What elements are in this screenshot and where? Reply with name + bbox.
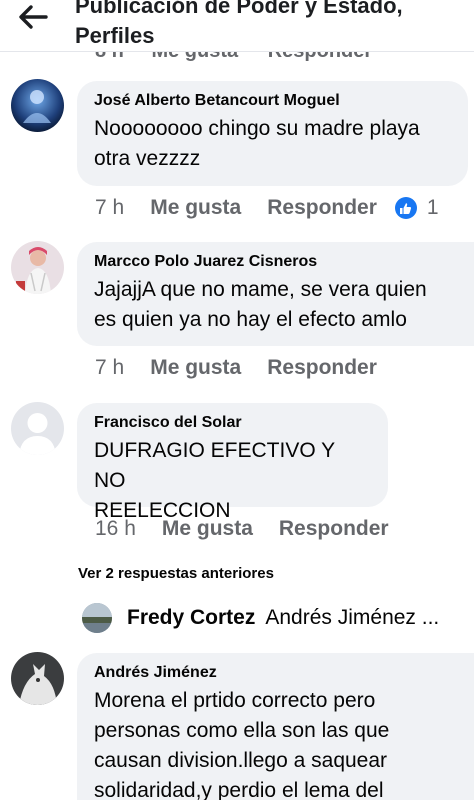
avatar[interactable] [11,652,64,705]
comment-text-line: otra vezzzz [94,147,201,170]
comment-actions: 7 h Me gusta Responder 1 [95,196,439,220]
comment-time[interactable]: 16 h [95,517,136,541]
like-button[interactable]: Me gusta [150,356,241,380]
thumbs-up-icon [394,197,417,219]
reply-button[interactable]: Responder [279,517,389,541]
comment-text: DUFRAGIO EFECTIVO Y NO REELECCION [94,436,372,526]
avatar[interactable] [11,241,64,294]
page-title-line-1: Publicación de Poder y Estado, [75,0,403,18]
comment-time[interactable]: 7 h [95,356,124,380]
avatar[interactable] [11,402,64,455]
reaction-summary[interactable]: 1 [394,196,439,220]
comment-author[interactable]: Andrés Jiménez [94,663,458,683]
avatar[interactable] [82,603,112,633]
comment-text-line: solidaridad,y perdio el lema del [94,779,384,800]
comment-actions: 7 h Me gusta Responder [95,356,403,380]
reply-preview[interactable]: Fredy Cortez Andrés Jiménez ... [82,603,472,633]
reply-author[interactable]: Fredy Cortez [127,606,255,630]
comment-text-line: es quien ya no hay el efecto amlo [94,308,407,331]
reaction-count: 1 [426,196,439,219]
comment-text: Morena el prtido correcto pero personas … [94,686,458,800]
comment-time[interactable]: 7 h [95,196,124,220]
like-button[interactable]: Me gusta [162,517,253,541]
view-previous-replies-link[interactable]: Ver 2 respuestas anteriores [78,565,274,582]
page-title-line-2: Perfiles [75,23,155,48]
comment-bubble: Andrés Jiménez Morena el prtido correcto… [77,653,474,800]
reply-button[interactable]: Responder [267,196,377,220]
comment-text: Noooooooo chingo su madre playa otra vez… [94,114,452,174]
reply-button[interactable]: Responder [267,356,377,380]
comment-author[interactable]: José Alberto Betancourt Moguel [94,91,452,111]
reply-text: Andrés Jiménez ... [265,606,440,629]
comment-text-line: Morena el prtido correcto pero [94,689,376,712]
page-title: Publicación de Poder y Estado, Perfiles [75,0,465,51]
comment-bubble: José Alberto Betancourt Moguel Noooooooo… [77,81,468,186]
back-arrow-icon[interactable] [16,2,50,32]
comment-bubble: Marcco Polo Juarez Cisneros JajajjA que … [77,242,474,346]
comment-bubble: Francisco del Solar DUFRAGIO EFECTIVO Y … [77,403,388,522]
top-bar: Publicación de Poder y Estado, Perfiles [0,0,474,52]
comment-text: JajajjA que no mame, se vera quien es qu… [94,275,458,335]
comment-text-line: personas como ella son las que [94,719,390,742]
comment-text-line: DUFRAGIO EFECTIVO Y NO [94,439,335,492]
avatar[interactable] [11,79,64,132]
comment-author[interactable]: Marcco Polo Juarez Cisneros [94,252,458,272]
like-button[interactable]: Me gusta [150,196,241,220]
comment-author[interactable]: Francisco del Solar [94,413,372,433]
comment-text-line: Noooooooo chingo su madre playa [94,117,420,140]
comment-actions: 16 h Me gusta Responder [95,517,415,541]
comment-text-line: causan division.llego a saquear [94,749,388,772]
comment-text-line: JajajjA que no mame, se vera quien [94,278,427,301]
